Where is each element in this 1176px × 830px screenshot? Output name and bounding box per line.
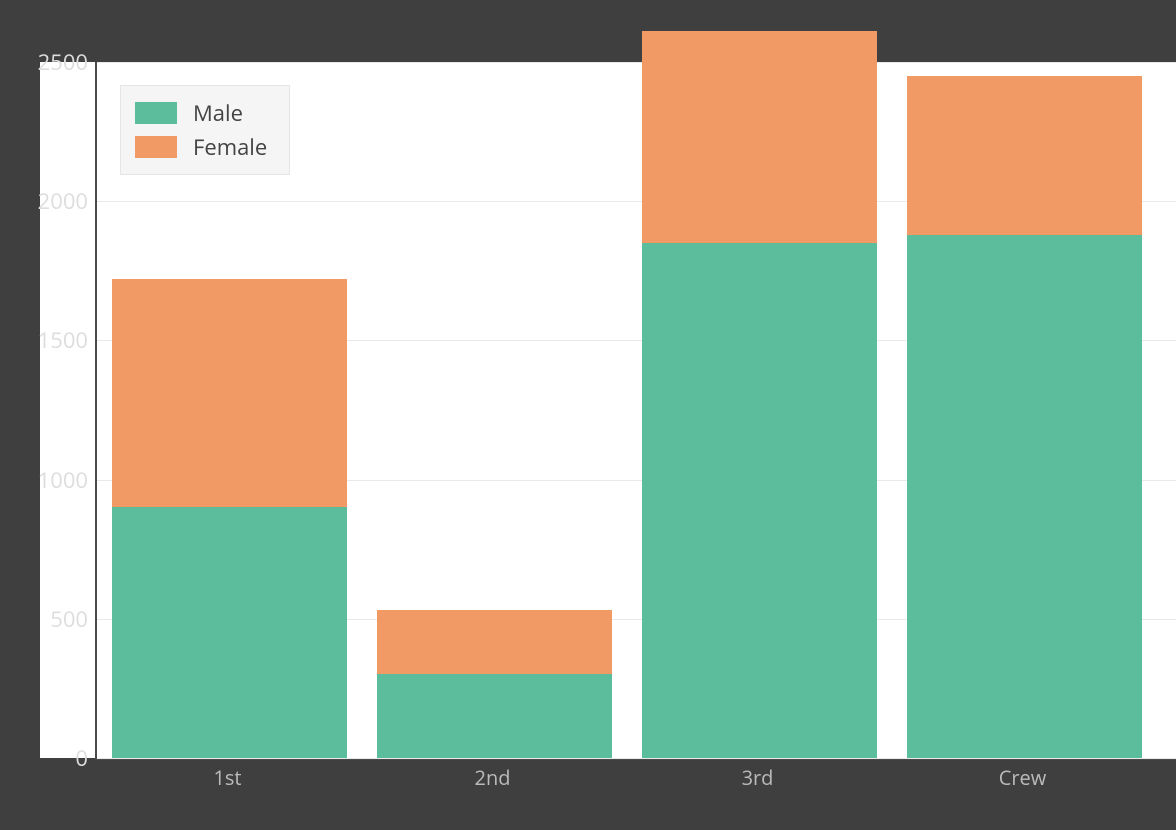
bar-2nd — [377, 610, 612, 758]
bar-3rd — [642, 31, 877, 758]
bar-crew — [907, 76, 1142, 758]
legend-label: Male — [193, 98, 243, 128]
y-tick-label: 1000 — [0, 465, 88, 495]
x-tick-label: 2nd — [475, 764, 511, 791]
legend-item-female: Female — [135, 130, 267, 164]
bar-segment-male — [112, 507, 347, 758]
y-tick-label: 1500 — [0, 325, 88, 355]
bar-segment-male — [377, 674, 612, 758]
gridline — [97, 758, 1176, 759]
y-tick-label: 0 — [0, 743, 88, 773]
legend-item-male: Male — [135, 96, 267, 130]
y-tick-label: 2500 — [0, 47, 88, 77]
legend: Male Female — [120, 85, 290, 175]
left-cover — [0, 62, 40, 758]
x-tick-label: 3rd — [742, 764, 774, 791]
top-banner — [0, 0, 1176, 62]
bar-segment-male — [642, 243, 877, 758]
legend-swatch — [135, 136, 177, 158]
x-tick-label: 1st — [213, 764, 241, 791]
legend-label: Female — [193, 132, 267, 162]
bar-1st — [112, 279, 347, 758]
legend-swatch — [135, 102, 177, 124]
gridline — [97, 62, 1176, 63]
y-tick-label: 2000 — [0, 186, 88, 216]
bar-segment-female — [377, 610, 612, 674]
bar-segment-female — [112, 279, 347, 507]
bar-segment-female — [642, 31, 877, 243]
bar-segment-male — [907, 235, 1142, 758]
y-tick-label: 500 — [0, 604, 88, 634]
bar-segment-female — [907, 76, 1142, 235]
x-tick-label: Crew — [999, 764, 1047, 791]
